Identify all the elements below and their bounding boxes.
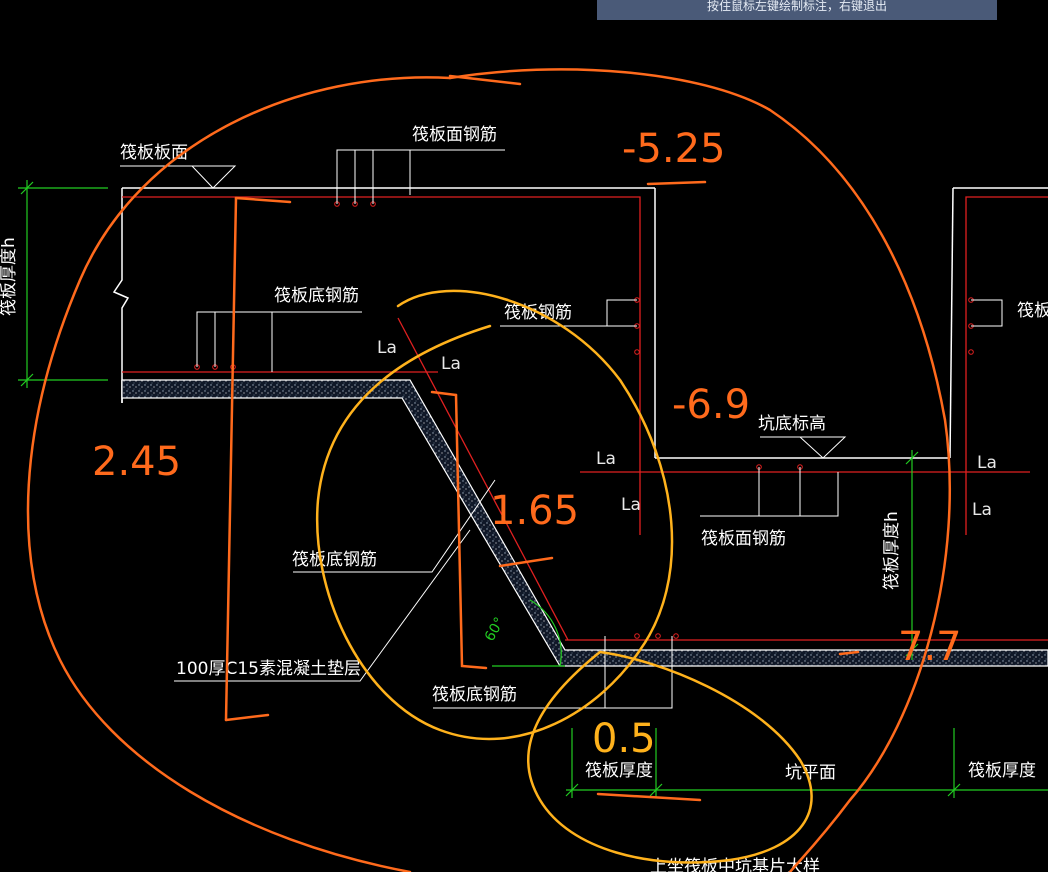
cad-drawing-canvas[interactable]: 筏板板面 筏板面钢筋 筏板厚度h 筏板底钢筋 筏板钢筋 筏板钢 坑底标高 筏板面… <box>0 0 1048 872</box>
label-pit-bottom-elevation: 坑底标高 <box>758 414 826 434</box>
label-raft-rebar-right: 筏板钢 <box>1017 301 1048 321</box>
rebar-lines <box>122 196 1048 641</box>
raft-structure <box>112 187 1048 459</box>
label-la-6: La <box>972 500 992 520</box>
label-raft-top-rebar: 筏板面钢筋 <box>412 125 497 145</box>
right-top-rebar <box>965 196 1048 535</box>
rebar-dots <box>194 201 974 639</box>
top-rebar <box>122 196 641 535</box>
annotation-value-top: -5.25 <box>622 126 726 172</box>
annotation-value-bottom: 0.5 <box>592 716 656 762</box>
pit-wall-right <box>949 187 954 459</box>
label-angle: 60° <box>482 615 508 645</box>
label-la-2: La <box>441 354 461 374</box>
slope-rebar <box>397 317 569 641</box>
label-la-4: La <box>621 495 641 515</box>
hand-annotations-yellow <box>315 289 813 864</box>
annotation-value-right: 7.7 <box>898 624 962 670</box>
label-raft-thickness-left: 筏板厚度 <box>585 761 653 781</box>
label-la-5: La <box>977 453 997 473</box>
label-pit-plane: 坑平面 <box>785 763 836 783</box>
raft-outline-left <box>112 188 130 403</box>
label-raft-thickness-h-2: 筏板厚度h <box>882 511 902 590</box>
label-raft-bottom-rebar-3: 筏板底钢筋 <box>432 685 517 705</box>
label-la-3: La <box>596 449 616 469</box>
label-la-1: La <box>377 338 397 358</box>
label-raft-thickness-h: 筏板厚度h <box>0 237 19 316</box>
leader-lines <box>120 149 1003 709</box>
label-raft-thickness-right: 筏板厚度 <box>968 761 1036 781</box>
label-c15-cushion: 100厚C15素混凝土垫层 <box>176 659 361 679</box>
annotation-value-mid: -6.9 <box>672 382 750 428</box>
label-raft-bottom-rebar-1: 筏板底钢筋 <box>274 286 359 306</box>
label-raft-top-rebar-2: 筏板面钢筋 <box>701 529 786 549</box>
label-raft-top: 筏板板面 <box>120 143 188 163</box>
label-raft-bottom-rebar-2: 筏板底钢筋 <box>292 550 377 570</box>
annotation-value-left: 2.45 <box>92 439 181 485</box>
annotation-value-slope: 1.65 <box>490 488 579 534</box>
